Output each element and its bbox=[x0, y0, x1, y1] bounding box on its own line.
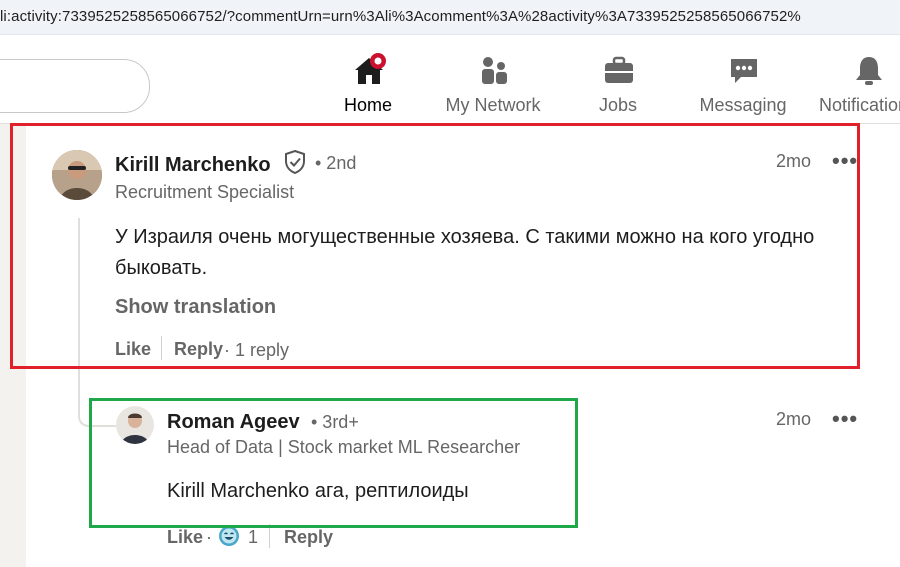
highlight-box-green bbox=[89, 398, 578, 528]
highlight-box-red bbox=[10, 123, 860, 369]
reaction-count[interactable]: 1 bbox=[248, 527, 258, 548]
nav-my-network[interactable]: My Network bbox=[433, 35, 553, 123]
reply-timestamp: 2mo bbox=[776, 409, 812, 429]
nav-my-network-label: My Network bbox=[445, 95, 541, 115]
nav-notifications[interactable]: Notifications bbox=[808, 35, 900, 123]
search-input[interactable] bbox=[0, 59, 150, 113]
top-nav: Home My Network Jobs Messaging Notificat… bbox=[0, 35, 900, 124]
briefcase-icon bbox=[605, 56, 633, 83]
nav-jobs[interactable]: Jobs bbox=[558, 35, 678, 123]
address-bar[interactable]: li:activity:7339525258565066752/?comment… bbox=[0, 0, 900, 35]
nav-notifications-label: Notifications bbox=[818, 95, 900, 115]
home-icon bbox=[355, 53, 386, 84]
reply-action-dot: · bbox=[206, 527, 212, 547]
reply-like-button[interactable]: Like bbox=[167, 527, 203, 548]
nav-home[interactable]: Home bbox=[308, 35, 428, 123]
nav-messaging[interactable]: Messaging bbox=[683, 35, 803, 123]
url-text[interactable]: li:activity:7339525258565066752/?comment… bbox=[0, 8, 801, 25]
nav-messaging-label: Messaging bbox=[699, 95, 787, 115]
funny-reaction-icon bbox=[219, 526, 239, 546]
network-icon bbox=[482, 57, 507, 84]
reply-reply-button[interactable]: Reply bbox=[284, 527, 333, 548]
reply-more-options-button[interactable]: ••• bbox=[832, 406, 858, 432]
messaging-icon bbox=[731, 59, 757, 83]
bell-icon bbox=[856, 57, 882, 85]
nav-jobs-label: Jobs bbox=[598, 95, 638, 115]
nav-home-label: Home bbox=[343, 95, 392, 115]
